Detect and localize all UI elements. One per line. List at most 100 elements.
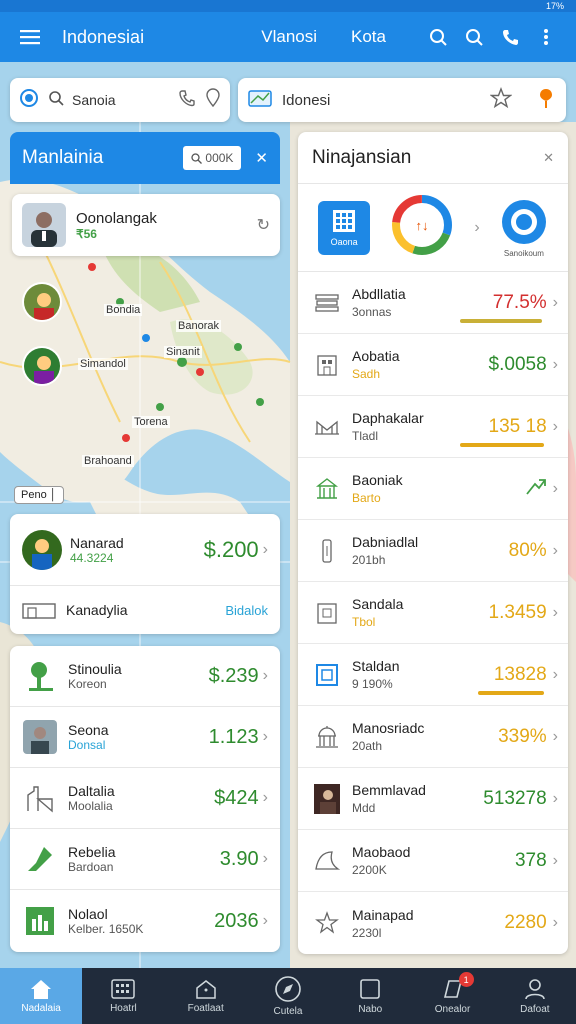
stat-row[interactable]: Staldan 9 190% 13828 › (298, 644, 568, 706)
stat-sub: Barto (352, 491, 381, 505)
stat-row[interactable]: Baoniak Barto › (298, 458, 568, 520)
item-value: 3.90 (219, 847, 259, 870)
left-panel-title: Manlainia (22, 147, 104, 168)
stat-label: Aobatia (352, 348, 400, 364)
map-label: Torena (132, 416, 170, 428)
search-input[interactable]: Sanoia (72, 92, 116, 108)
refresh-icon[interactable]: ↻ (257, 215, 270, 235)
stat-label: Daphakalar (352, 410, 424, 426)
chart-box-icon (22, 903, 58, 939)
nav-home[interactable]: Nadalaia (0, 968, 83, 1024)
service-tile[interactable]: Sanoikoum (500, 198, 548, 258)
nav-item[interactable]: Hoatrl (82, 968, 164, 1024)
list-item[interactable]: Seona Donsal 1.123 › (10, 707, 280, 768)
grid-icon (333, 209, 356, 232)
menu-icon[interactable] (12, 19, 48, 55)
list-item[interactable]: Nanarad 44.3224 $.200 › (10, 514, 280, 586)
item-sub: Kelber. 1650K (68, 922, 144, 936)
stat-label: Staldan (352, 658, 400, 674)
star-icon (314, 910, 340, 936)
chevron-right-icon[interactable]: › (474, 219, 479, 237)
donut-chart-icon[interactable]: ↑↓ (390, 193, 454, 262)
stat-row[interactable]: Dabniadlal 201bh 80% › (298, 520, 568, 582)
factory-icon (22, 780, 58, 816)
chevron-right-icon: › (552, 665, 558, 683)
stat-value: 339% (498, 725, 547, 747)
star-icon[interactable] (489, 86, 513, 114)
nav-item[interactable]: Dafoat (494, 968, 576, 1024)
stat-sub: Tladl (352, 429, 379, 443)
chevron-right-icon: › (262, 540, 268, 558)
refresh-search-icon[interactable] (420, 19, 456, 55)
stat-row[interactable]: Mainapad 2230l 2280 › (298, 892, 568, 954)
search-icon (191, 152, 203, 164)
stat-sub: Tbol (352, 615, 376, 629)
nav-link-kota[interactable]: Kota (351, 27, 386, 47)
list-item[interactable]: Kanadylia Bidalok (10, 586, 280, 634)
profile-amount: ₹56 (76, 226, 97, 241)
progress-underline (478, 691, 544, 695)
destination-input[interactable]: Idonesi (282, 92, 480, 109)
stat-value: 2280 (504, 912, 547, 933)
marker-icon[interactable] (536, 87, 556, 114)
close-icon[interactable]: ✕ (255, 149, 268, 167)
category-tile[interactable]: Oaona (318, 200, 371, 255)
list-item[interactable]: Stinoulia Koreon $.239 › (10, 646, 280, 707)
stat-value: 135 18 (488, 415, 547, 437)
phone-icon[interactable] (492, 19, 528, 55)
item-link[interactable]: Bidalok (225, 603, 268, 618)
stat-row[interactable]: Daphakalar Tladl 135 18 › (298, 396, 568, 458)
location-target-icon[interactable] (18, 87, 40, 114)
stat-row[interactable]: Bemmlavad Mdd 513278 › (298, 768, 568, 830)
nav-item[interactable]: Foatlaat (165, 968, 247, 1024)
pin-icon[interactable] (204, 87, 222, 113)
search-bar[interactable]: Sanoia (10, 78, 230, 122)
more-vert-icon[interactable] (528, 19, 564, 55)
right-panel-header: Ninajansian ✕ (298, 132, 568, 184)
nav-item[interactable]: 1 Onealor (411, 968, 493, 1024)
stat-value: 13828 (493, 663, 547, 685)
books-icon (314, 290, 340, 316)
stat-row[interactable]: Abdllatia 3onnas 77.5% › (298, 272, 568, 334)
call-icon[interactable] (178, 89, 196, 112)
item-label: Nanarad (70, 534, 124, 551)
chevron-right-icon: › (552, 417, 558, 435)
list-item[interactable]: Rebelia Bardoan 3.90 › (10, 829, 280, 890)
list-item[interactable]: Nolaol Kelber. 1650K 2036 › (10, 890, 280, 952)
destination-bar[interactable]: Idonesi (238, 78, 566, 122)
nav-item[interactable]: Nabo (329, 968, 411, 1024)
item-value: 2036 (214, 909, 259, 932)
map-photo-thumb[interactable] (22, 282, 62, 322)
chevron-right-icon: › (262, 912, 268, 929)
close-icon[interactable]: ✕ (543, 150, 554, 166)
search-icon[interactable] (456, 19, 492, 55)
stat-sub: 20ath (352, 739, 383, 753)
stat-row[interactable]: Sandala Tbol 1.3459 › (298, 582, 568, 644)
tower-icon (314, 538, 340, 564)
stat-row[interactable]: Aobatia Sadh $.0058 › (298, 334, 568, 396)
stat-row[interactable]: Manosriadc 20ath 339% › (298, 706, 568, 768)
nav-item[interactable]: Cutela (247, 968, 329, 1024)
chevron-right-icon: › (262, 789, 268, 806)
monument-icon (314, 600, 340, 626)
profile-card[interactable]: Oonolangak ₹56 ↻ (12, 194, 280, 256)
nav-label: Nadalaia (21, 1003, 61, 1014)
item-label: Rebelia (68, 844, 116, 860)
item-sub: Moolalia (68, 799, 113, 813)
nav-link-vlanosi[interactable]: Vlanosi (261, 27, 317, 47)
app-bar: Indonesiai Vlanosi Kota (0, 12, 576, 62)
dome-icon (314, 724, 340, 750)
item-sub: 44.3224 (70, 550, 114, 565)
map-photo-thumb[interactable] (22, 346, 62, 386)
leaf-icon (22, 841, 58, 877)
mini-search-text: 000K (205, 151, 234, 165)
list-item[interactable]: Daltalia Moolalia $424 › (10, 768, 280, 829)
stat-row[interactable]: Maobaod 2200K 378 › (298, 830, 568, 892)
item-value: 1.123 (208, 725, 259, 748)
notification-badge: 1 (458, 972, 474, 987)
search-icon (48, 90, 64, 111)
map-label: Sinanit (164, 346, 202, 358)
mini-search-field[interactable]: 000K (183, 146, 242, 170)
map-label: Brahoand (82, 455, 134, 467)
map-scale: Peno │ (14, 486, 64, 504)
